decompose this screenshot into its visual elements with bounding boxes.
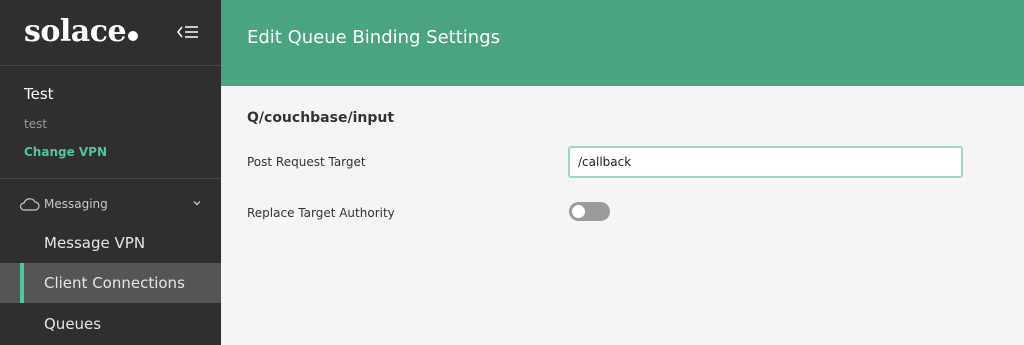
sidebar-item-queues[interactable]: Queues (0, 304, 221, 344)
sidebar: solace Test test Change VPN Messaging Me… (0, 0, 221, 345)
form-panel: Q/couchbase/input Post Request Target Re… (221, 86, 1024, 345)
logo-text: solace (24, 14, 127, 49)
cloud-icon (19, 198, 40, 211)
sidebar-item-label: Client Connections (44, 274, 185, 292)
change-vpn-link[interactable]: Change VPN (24, 145, 107, 159)
toggle-knob (572, 205, 585, 218)
queue-name-heading: Q/couchbase/input (247, 110, 395, 126)
vpn-name: Test (24, 85, 54, 103)
vpn-info: Test test Change VPN (0, 66, 221, 179)
solace-logo[interactable]: solace (24, 14, 139, 49)
sidebar-item-message-vpn[interactable]: Message VPN (0, 223, 221, 263)
replace-target-authority-toggle[interactable] (569, 202, 610, 221)
sidebar-item-label: Queues (44, 315, 102, 333)
post-request-target-input[interactable] (568, 146, 963, 178)
post-request-target-label: Post Request Target (247, 155, 366, 169)
sidebar-item-client-connections[interactable]: Client Connections (0, 263, 221, 303)
brand-area: solace (0, 0, 221, 66)
sidebar-item-label: Message VPN (44, 234, 146, 252)
logo-dot (128, 31, 139, 41)
vpn-subtitle: test (24, 117, 48, 131)
messaging-section-header[interactable]: Messaging (0, 188, 221, 220)
replace-target-authority-label: Replace Target Authority (247, 206, 395, 220)
chevron-down-icon[interactable] (191, 197, 203, 209)
collapse-menu-icon[interactable] (177, 24, 199, 40)
page-title: Edit Queue Binding Settings (247, 27, 501, 48)
page-header: Edit Queue Binding Settings (221, 0, 1024, 86)
messaging-section-label: Messaging (44, 197, 108, 211)
